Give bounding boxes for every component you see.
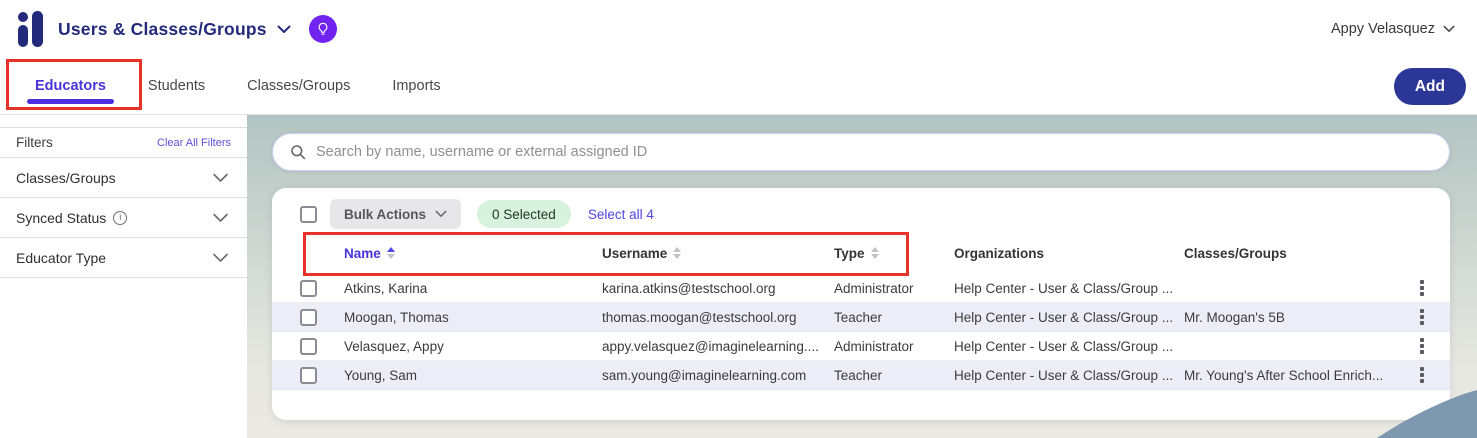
cell-classes-groups: Mr. Young's After School Enrich... bbox=[1184, 367, 1384, 383]
bulk-actions-button[interactable]: Bulk Actions bbox=[330, 199, 462, 229]
select-all-link[interactable]: Select all 4 bbox=[588, 207, 654, 222]
sort-arrows-icon bbox=[870, 247, 879, 259]
cell-type: Teacher bbox=[834, 309, 883, 325]
table-row: Velasquez, Appy appy.velasquez@imaginele… bbox=[272, 332, 1450, 361]
selected-count-badge: 0 Selected bbox=[477, 200, 571, 228]
kebab-menu-icon[interactable] bbox=[1410, 334, 1434, 358]
cell-username: karina.atkins@testschool.org bbox=[602, 280, 776, 296]
cell-username: sam.young@imaginelearning.com bbox=[602, 367, 807, 383]
cell-organizations: Help Center - User & Class/Group ... bbox=[954, 367, 1174, 383]
filters-header: Filters Clear All Filters bbox=[0, 127, 247, 158]
select-all-checkbox[interactable] bbox=[300, 205, 317, 223]
column-label: Organizations bbox=[954, 245, 1045, 261]
cell-username: appy.velasquez@imaginelearning.... bbox=[602, 338, 819, 354]
column-header-name[interactable]: Name bbox=[344, 246, 602, 261]
cell-username: thomas.moogan@testschool.org bbox=[602, 309, 797, 325]
main-panel: Bulk Actions 0 Selected Select all 4 Nam… bbox=[247, 115, 1477, 438]
educators-table-card: Bulk Actions 0 Selected Select all 4 Nam… bbox=[272, 188, 1450, 420]
column-label: Classes/Groups bbox=[1184, 245, 1287, 261]
bulk-toolbar: Bulk Actions 0 Selected Select all 4 bbox=[272, 196, 1450, 232]
cell-type: Administrator bbox=[834, 280, 914, 296]
user-menu[interactable]: Appy Velasquez bbox=[1331, 21, 1455, 37]
kebab-menu-icon[interactable] bbox=[1410, 363, 1434, 387]
column-label: Username bbox=[602, 245, 668, 261]
cell-name: Velasquez, Appy bbox=[344, 338, 444, 354]
kebab-menu-icon[interactable] bbox=[1410, 305, 1434, 329]
bulk-actions-label: Bulk Actions bbox=[344, 206, 427, 222]
filters-sidebar: Filters Clear All Filters Classes/Groups… bbox=[0, 115, 247, 438]
add-button[interactable]: Add bbox=[1393, 68, 1466, 105]
lightbulb-icon bbox=[318, 22, 328, 35]
page: Users & Classes/Groups Appy Velasquez Ed… bbox=[0, 0, 1477, 438]
search-input[interactable] bbox=[316, 144, 1433, 160]
cell-type: Teacher bbox=[834, 367, 883, 383]
row-checkbox[interactable] bbox=[300, 366, 317, 384]
row-checkbox[interactable] bbox=[300, 337, 317, 355]
active-tab-underline bbox=[27, 99, 114, 104]
row-checkbox[interactable] bbox=[300, 308, 317, 326]
clear-all-filters-link[interactable]: Clear All Filters bbox=[157, 137, 231, 149]
filter-section-label: Educator Type bbox=[16, 249, 107, 266]
search-icon bbox=[291, 145, 306, 160]
filter-section-educator-type[interactable]: Educator Type bbox=[0, 238, 247, 278]
column-label: Name bbox=[344, 245, 381, 261]
cell-classes-groups: Mr. Moogan's 5B bbox=[1184, 309, 1285, 325]
tab-label: Educators bbox=[35, 78, 106, 94]
tab-educators[interactable]: Educators bbox=[27, 58, 114, 114]
column-header-type[interactable]: Type bbox=[834, 246, 954, 261]
cell-organizations: Help Center - User & Class/Group ... bbox=[954, 309, 1174, 325]
filter-section-label: Classes/Groups bbox=[16, 169, 116, 186]
help-lightbulb-button[interactable] bbox=[308, 15, 337, 43]
filter-section-synced-status[interactable]: Synced Status bbox=[0, 198, 247, 238]
table-row: Young, Sam sam.young@imaginelearning.com… bbox=[272, 361, 1450, 390]
kebab-menu-icon[interactable] bbox=[1410, 276, 1434, 300]
tab-classes-groups[interactable]: Classes/Groups bbox=[247, 58, 350, 114]
imagine-learning-logo-icon bbox=[18, 11, 45, 47]
column-header-organizations[interactable]: Organizations bbox=[954, 246, 1184, 261]
filter-section-classes-groups[interactable]: Classes/Groups bbox=[0, 158, 247, 198]
table-row: Atkins, Karina karina.atkins@testschool.… bbox=[272, 274, 1450, 303]
cell-name: Atkins, Karina bbox=[344, 280, 428, 296]
cell-type: Administrator bbox=[834, 338, 914, 354]
column-label: Type bbox=[834, 245, 865, 261]
sort-arrows-icon bbox=[673, 247, 682, 259]
chevron-down-icon bbox=[213, 213, 228, 222]
chevron-down-icon bbox=[213, 253, 228, 262]
sort-arrows-icon bbox=[386, 247, 395, 259]
chevron-down-icon bbox=[1443, 25, 1455, 32]
filter-section-label: Synced Status bbox=[16, 209, 107, 226]
tab-bar: Educators Students Classes/Groups Import… bbox=[0, 58, 1477, 115]
column-header-classes-groups[interactable]: Classes/Groups bbox=[1184, 246, 1406, 261]
cell-organizations: Help Center - User & Class/Group ... bbox=[954, 338, 1174, 354]
user-name: Appy Velasquez bbox=[1331, 21, 1435, 37]
cell-organizations: Help Center - User & Class/Group ... bbox=[954, 280, 1174, 296]
tab-imports[interactable]: Imports bbox=[392, 58, 440, 114]
row-checkbox[interactable] bbox=[300, 279, 317, 297]
tab-label: Imports bbox=[392, 78, 441, 94]
chevron-down-icon bbox=[435, 210, 447, 217]
cell-name: Young, Sam bbox=[344, 367, 418, 383]
tab-label: Students bbox=[147, 78, 206, 94]
table-row: Moogan, Thomas thomas.moogan@testschool.… bbox=[272, 303, 1450, 332]
filters-title: Filters bbox=[16, 135, 53, 150]
tab-students[interactable]: Students bbox=[148, 58, 205, 114]
tab-label: Classes/Groups bbox=[247, 78, 351, 94]
info-icon[interactable] bbox=[113, 210, 128, 225]
chevron-down-icon bbox=[213, 173, 228, 182]
app-title[interactable]: Users & Classes/Groups bbox=[58, 19, 267, 40]
column-header-username[interactable]: Username bbox=[602, 246, 834, 261]
search-bar bbox=[272, 133, 1450, 171]
top-bar: Users & Classes/Groups Appy Velasquez bbox=[0, 0, 1477, 58]
content: Filters Clear All Filters Classes/Groups… bbox=[0, 115, 1477, 438]
chevron-down-icon[interactable] bbox=[277, 25, 291, 34]
table-header-row: Name Username Type Organizations Classes… bbox=[272, 232, 1450, 274]
cell-name: Moogan, Thomas bbox=[344, 309, 449, 325]
